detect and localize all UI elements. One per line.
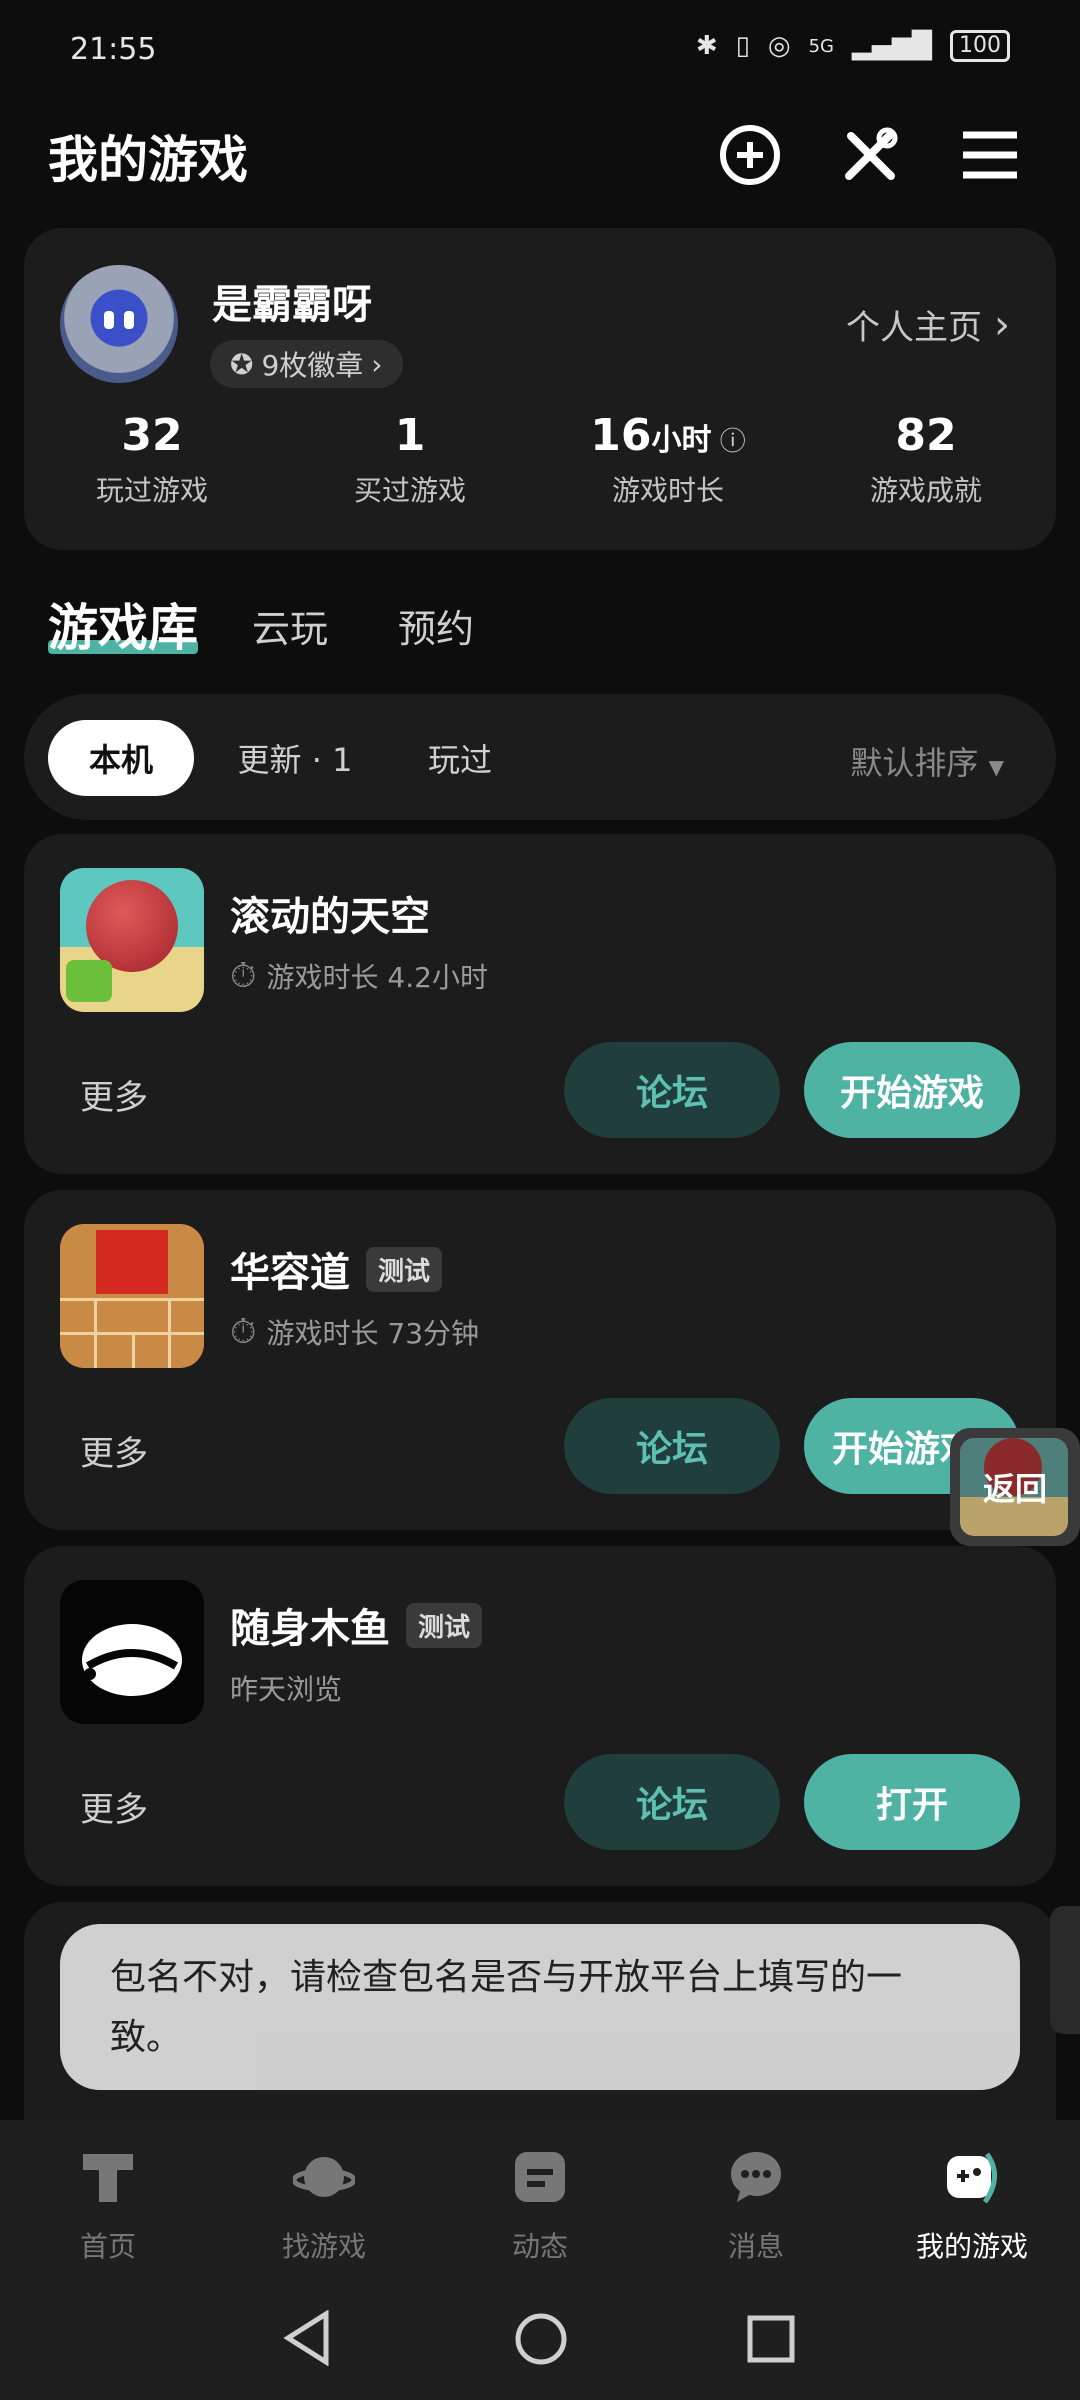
badge-count: 9枚徽章: [261, 349, 364, 382]
stat-label: 玩过游戏: [95, 474, 208, 507]
home-t-icon: [83, 2154, 133, 2202]
vibrate-icon: ▯: [735, 31, 750, 61]
stat-value: 82: [895, 410, 957, 461]
back-triangle-icon[interactable]: [282, 2310, 332, 2366]
game-name: 随身木鱼: [230, 1606, 390, 1652]
stat-label: 买过游戏: [353, 474, 466, 507]
game-name: 滚动的天空: [230, 894, 430, 940]
game-sub-text: 昨天浏览: [230, 1673, 343, 1706]
avatar[interactable]: [60, 265, 178, 383]
caret-down-icon: ▼: [988, 755, 1004, 779]
medal-icon: ✪: [230, 347, 254, 381]
forum-button[interactable]: 论坛: [564, 1042, 780, 1138]
game-sub-text: 游戏时长 4.2小时: [266, 961, 488, 994]
stat-playtime[interactable]: 16小时 ⓘ 游戏时长: [548, 410, 788, 509]
filter-local[interactable]: 本机: [48, 720, 194, 796]
open-button[interactable]: 打开: [804, 1754, 1020, 1850]
more-button[interactable]: 更多: [80, 1070, 148, 1119]
badge-pill[interactable]: ✪ 9枚徽章 ›: [210, 340, 403, 388]
game-name: 华容道: [230, 1250, 350, 1296]
nav-label: 我的游戏: [915, 2230, 1028, 2263]
game-icon-wooden-fish: [60, 1580, 204, 1724]
homepage-link[interactable]: 个人主页 ›: [846, 300, 1010, 349]
tab-reserve[interactable]: 预约: [398, 598, 474, 653]
forum-button[interactable]: 论坛: [564, 1398, 780, 1494]
game-title: 滚动的天空: [230, 884, 430, 942]
test-tag: 测试: [366, 1246, 443, 1292]
tools-button[interactable]: [835, 120, 905, 190]
sort-dropdown[interactable]: 默认排序 ▼: [850, 738, 1004, 784]
nav-my-games[interactable]: 我的游戏: [864, 2146, 1080, 2265]
side-download-tab[interactable]: [1050, 1906, 1080, 2034]
recents-square-icon[interactable]: [746, 2314, 796, 2364]
stat-label: 游戏成就: [869, 474, 982, 507]
start-game-button[interactable]: 开始游戏: [804, 1042, 1020, 1138]
game-playtime: ⏱ 游戏时长 73分钟: [230, 1312, 479, 1352]
game-last-viewed: 昨天浏览: [230, 1668, 342, 1708]
game-title: 华容道 测试: [230, 1240, 443, 1298]
tools-icon: [845, 127, 898, 180]
hotspot-icon: ◎: [767, 31, 791, 61]
feed-icon: [515, 2152, 565, 2202]
menu-button[interactable]: [955, 120, 1025, 190]
sort-label: 默认排序: [850, 744, 979, 782]
stopwatch-icon: ⏱: [230, 956, 257, 996]
filter-played[interactable]: 玩过: [400, 720, 520, 796]
chat-bubble-icon: [731, 2152, 781, 2202]
tab-cloud[interactable]: 云玩: [252, 598, 328, 653]
username: 是霸霸呀: [212, 282, 372, 328]
info-icon: ⓘ: [711, 427, 746, 457]
status-icons: ✱ ▯ ◎ 5G ▂▄▆█ 100: [696, 30, 1010, 62]
wooden-fish-icon: [82, 1624, 182, 1696]
signal-icon: ▂▄▆█: [852, 31, 932, 61]
stat-value: 16: [590, 410, 652, 461]
stopwatch-icon: ⏱: [230, 1312, 257, 1352]
battery-icon: 100: [950, 30, 1010, 62]
filter-updates[interactable]: 更新 · 1: [220, 720, 370, 796]
planet-icon: [291, 2157, 357, 2197]
tab-library[interactable]: 游戏库: [48, 588, 198, 660]
home-circle-icon[interactable]: [514, 2312, 568, 2366]
nav-discover[interactable]: 找游戏: [216, 2146, 432, 2265]
network-label: 5G: [808, 35, 835, 57]
chevron-right-icon: ›: [994, 301, 1010, 348]
game-playtime: ⏱ 游戏时长 4.2小时: [230, 956, 488, 996]
more-button[interactable]: 更多: [80, 1426, 148, 1475]
stat-achievements[interactable]: 82 游戏成就: [806, 410, 1046, 509]
game-title: 随身木鱼 测试: [230, 1596, 483, 1654]
menu-icon: [963, 131, 1017, 179]
floating-back-button[interactable]: 返回: [950, 1428, 1080, 1546]
stat-played[interactable]: 32 玩过游戏: [32, 410, 272, 509]
back-label: 返回: [982, 1470, 1047, 1508]
add-button[interactable]: [715, 120, 785, 190]
status-time: 21:55: [70, 32, 157, 67]
game-sub-text: 游戏时长 73分钟: [266, 1317, 480, 1350]
chevron-right-icon: ›: [371, 347, 383, 381]
nav-feed[interactable]: 动态: [432, 2146, 648, 2265]
nav-label: 首页: [79, 2230, 136, 2263]
more-button[interactable]: 更多: [80, 1782, 148, 1831]
plus-circle-icon: [720, 125, 780, 185]
nav-home[interactable]: 首页: [0, 2146, 216, 2265]
stat-value: 32: [121, 410, 183, 461]
nav-label: 找游戏: [281, 2230, 366, 2263]
stat-value: 1: [394, 410, 426, 461]
game-icon-huarongdao: [60, 1224, 204, 1368]
nav-label: 消息: [727, 2230, 784, 2263]
gamepad-icon: [947, 2152, 997, 2204]
bluetooth-icon: ✱: [695, 31, 718, 61]
nav-messages[interactable]: 消息: [648, 2146, 864, 2265]
game-icon-rolling-sky: [60, 868, 204, 1012]
nav-label: 动态: [511, 2230, 568, 2263]
homepage-label: 个人主页: [846, 308, 982, 348]
stat-bought[interactable]: 1 买过游戏: [290, 410, 530, 509]
toast-message: 包名不对，请检查包名是否与开放平台上填写的一致。: [60, 1924, 1020, 2090]
stat-unit: 小时: [651, 423, 712, 458]
forum-button[interactable]: 论坛: [564, 1754, 780, 1850]
page-title: 我的游戏: [48, 131, 248, 189]
stat-label: 游戏时长: [611, 474, 724, 507]
test-tag: 测试: [406, 1602, 483, 1648]
